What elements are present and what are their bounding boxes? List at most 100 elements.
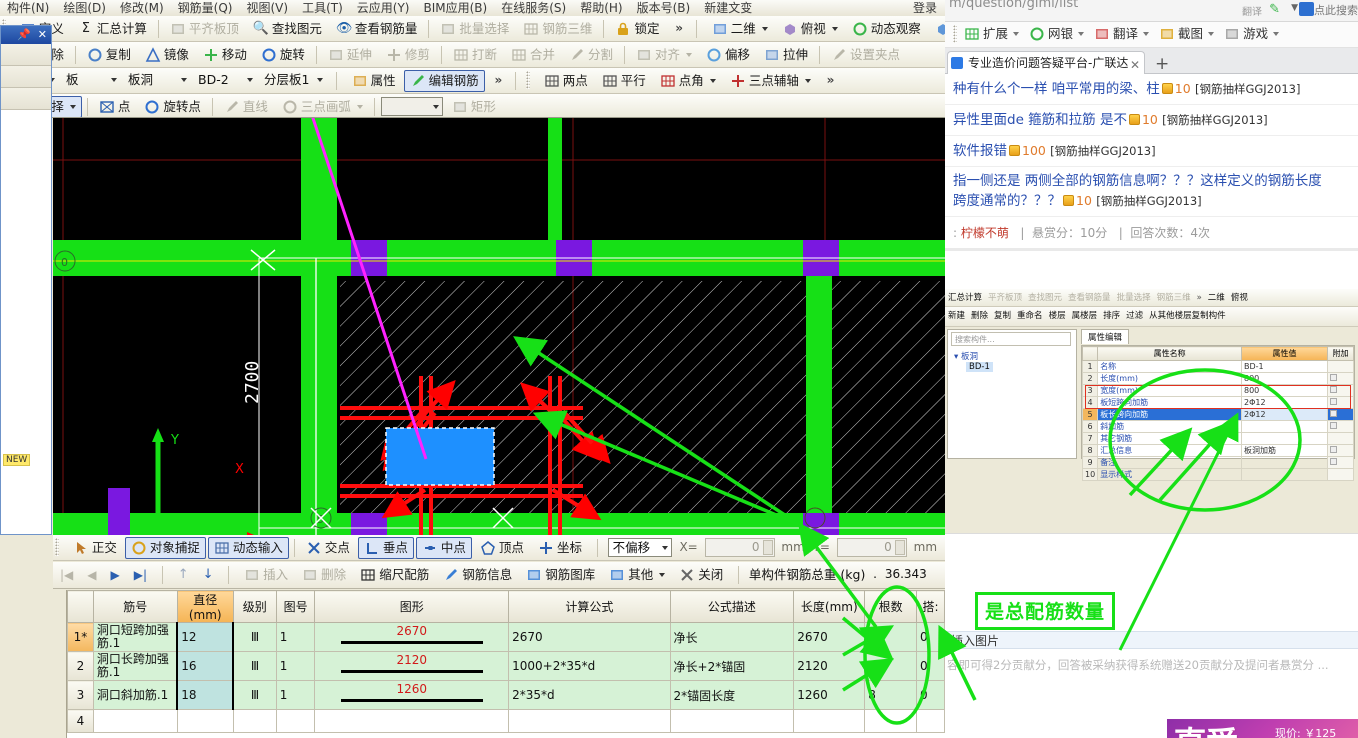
menu-item-7[interactable]: BIM应用(B)	[416, 0, 494, 16]
tb2-偏移[interactable]: 偏移	[700, 44, 756, 66]
tb1-查找图元[interactable]: 🔍 查找图元	[247, 18, 328, 40]
nav-button-0[interactable]: |◀	[54, 564, 79, 586]
component-selector-toolbar[interactable]: 首层板板洞BD-2分层板1 属性编辑钢筋 » 两点平行点角三点辅轴 »	[0, 68, 945, 94]
layer-selector[interactable]: 分层板1	[260, 71, 326, 90]
component-name-selector[interactable]: BD-2	[194, 71, 256, 90]
cell-picture-no[interactable]	[275, 709, 316, 733]
tb1-锁定[interactable]: 锁定	[609, 18, 665, 40]
chevron-down-icon[interactable]	[686, 53, 692, 57]
cell-length[interactable]: 1260	[793, 680, 866, 710]
cell-lap[interactable]: 0	[915, 680, 945, 710]
embedded-panel-tabs[interactable]: 属性编辑	[1081, 329, 1355, 345]
axis-overflow-chevron[interactable]: »	[822, 68, 840, 92]
nav-button-2[interactable]: ▶	[105, 564, 126, 586]
cell-lap[interactable]	[915, 709, 945, 733]
cell-diameter[interactable]: 12	[176, 622, 235, 652]
cell-formula[interactable]: 2670	[508, 622, 671, 652]
dock-section-row[interactable]	[1, 66, 51, 88]
cell-formula[interactable]	[508, 709, 671, 733]
axis-平行[interactable]: 平行	[596, 70, 652, 92]
tb2-拉伸[interactable]: 拉伸	[758, 44, 814, 66]
column-header-计算公式[interactable]: 计算公式	[508, 590, 671, 623]
column-header-根数[interactable]: 根数	[864, 590, 917, 623]
cell-shape[interactable]: 2120	[314, 651, 510, 681]
embedded-tab-properties[interactable]: 属性编辑	[1081, 329, 1130, 344]
bookmark-截图[interactable]: 截图	[1155, 22, 1220, 46]
column-header-图形[interactable]: 图形	[314, 590, 510, 623]
y-coordinate-input[interactable]: 0	[836, 538, 907, 557]
column-header-直径(mm)[interactable]: 直径(mm)	[176, 590, 234, 623]
embedded-properties-table[interactable]: 属性名称 属性值 附加 1 名称 BD-1 2 长度(mm) 800 3 宽度(mm) 800 4 板短…	[1081, 345, 1355, 481]
browser-tab[interactable]: 专业造价问题答疑平台-广联达 ✕	[947, 51, 1145, 74]
toolbar-grip[interactable]	[525, 71, 530, 89]
draw-style-selector[interactable]	[380, 97, 443, 116]
cell-grade[interactable]	[232, 709, 277, 733]
menu-item-2[interactable]: 修改(M)	[113, 0, 171, 16]
dock-section-row[interactable]	[1, 44, 51, 66]
chevron-down-icon[interactable]	[804, 79, 811, 83]
embedded-search-input[interactable]: 搜索构件...	[951, 332, 1071, 346]
cell-lap[interactable]: 0	[915, 651, 945, 681]
cell-lap[interactable]: 0	[915, 622, 945, 652]
cell-shape[interactable]: 2670	[314, 622, 510, 652]
rebar-钢筋图库[interactable]: 钢筋图库	[520, 564, 601, 586]
cell-formula-desc[interactable]	[669, 709, 795, 733]
expand-icon[interactable]: ▾	[954, 352, 958, 362]
view-俯视[interactable]: 俯视	[776, 18, 844, 40]
cell-formula[interactable]: 2*35*d	[508, 680, 671, 710]
snap-对象捕捉[interactable]: 对象捕捉	[124, 537, 206, 559]
close-icon[interactable]: ✕	[1130, 54, 1140, 74]
menu-item-0[interactable]: 构件(N)	[0, 0, 56, 16]
spinner-icon[interactable]	[762, 540, 773, 555]
cell-formula-desc[interactable]: 2*锚固长度	[669, 680, 795, 710]
search-hint[interactable]: 点此搜索	[1314, 2, 1358, 18]
cell-rebar-name[interactable]: 洞口短跨加强筋.1	[92, 622, 178, 652]
tb3-属性[interactable]: 属性	[346, 70, 402, 92]
chevron-down-icon[interactable]	[1273, 32, 1280, 36]
snap-坐标[interactable]: 坐标	[532, 537, 588, 559]
column-header-搭:[interactable]: 搭:	[915, 590, 945, 623]
menu-item-1[interactable]: 绘图(D)	[56, 0, 113, 16]
snap-中点[interactable]: 中点	[415, 537, 472, 559]
cell-diameter[interactable]	[176, 709, 234, 733]
embedded-app-screenshot[interactable]: 汇总计算 平齐板顶 查找图元 查看钢筋量 批量选择 钢筋三维 » 二维 俯视 新建 删除 复制 重命名…	[945, 289, 1358, 534]
translate-badge-icon[interactable]: 翻译	[1242, 3, 1262, 18]
left-dock-panel[interactable]: 📌 ✕ NEW	[0, 25, 52, 535]
tb3-编辑钢筋[interactable]: 编辑钢筋	[403, 70, 485, 92]
cell-shape[interactable]: 1260	[314, 680, 510, 710]
table-row[interactable]: 1* 洞口短跨加强筋.1 12 Ⅲ 1 2670 2670 净长 2670 4 0	[67, 622, 945, 652]
new-tab-button[interactable]: +	[1155, 54, 1169, 74]
axis-三点辅轴[interactable]: 三点辅轴	[724, 70, 817, 92]
rebar-关闭[interactable]: 关闭	[673, 564, 729, 586]
cell-formula-desc[interactable]: 净长+2*锚固	[669, 651, 795, 681]
pencil-icon[interactable]: ✎	[1269, 2, 1280, 17]
menu-item-11[interactable]: 新建文变	[697, 0, 759, 16]
table-body[interactable]: 1* 洞口短跨加强筋.1 12 Ⅲ 1 2670 2670 净长 2670 4 0 2 洞口长跨加强筋.…	[67, 622, 945, 733]
view-二维[interactable]: 二维	[706, 18, 774, 40]
menu-item-4[interactable]: 视图(V)	[239, 0, 295, 16]
view-动态观察[interactable]: 动态观察	[846, 18, 927, 40]
bookmark-翻译[interactable]: 翻译	[1090, 22, 1155, 46]
bookmark-扩展[interactable]: 扩展	[960, 22, 1025, 46]
tab-strip[interactable]: 专业造价问题答疑平台-广联达 ✕ +	[945, 48, 1358, 74]
table-row[interactable]: 3 洞口斜加筋.1 18 Ⅲ 1 1260 2*35*d 2*锚固长度 1260 8 0	[67, 680, 945, 710]
column-header-图号[interactable]: 图号	[275, 590, 316, 623]
menu-item-3[interactable]: 钢筋量(Q)	[171, 0, 240, 16]
menu-item-12[interactable]: 登录	[906, 0, 945, 16]
cell-diameter[interactable]: 16	[176, 651, 235, 681]
embedded-table-body[interactable]: 1 名称 BD-1 2 长度(mm) 800 3 宽度(mm) 800 4 板短跨向加筋 2Φ12 5 板…	[1081, 360, 1354, 481]
cell-picture-no[interactable]: 1	[275, 651, 316, 681]
chevron-down-icon[interactable]	[1078, 32, 1085, 36]
cell-count[interactable]: 4	[864, 622, 917, 652]
props-overflow-chevron[interactable]: »	[490, 68, 508, 92]
chevron-down-icon[interactable]	[1143, 32, 1150, 36]
offset-mode-selector[interactable]: 不偏移	[607, 538, 672, 557]
question-list[interactable]: 种有什么个一样 咱平常用的梁、柱 10 [钢筋抽样GGJ2013] 异性里面de 箍…	[945, 74, 1358, 217]
dock-section-row[interactable]	[1, 88, 51, 110]
tb1-汇总计算[interactable]: Σ 汇总计算	[72, 18, 153, 40]
rebar-table[interactable]: 筋号 直径(mm) 级别 图号 图形 计算公式 公式描述 长度(mm) 根数 搭: 1* 洞口短跨加…	[66, 590, 945, 738]
cell-formula-desc[interactable]: 净长	[669, 622, 795, 652]
chevron-down-icon[interactable]	[247, 78, 253, 82]
tb2-移动[interactable]: 移动	[197, 44, 253, 66]
snap-垂点[interactable]: 垂点	[357, 537, 414, 559]
